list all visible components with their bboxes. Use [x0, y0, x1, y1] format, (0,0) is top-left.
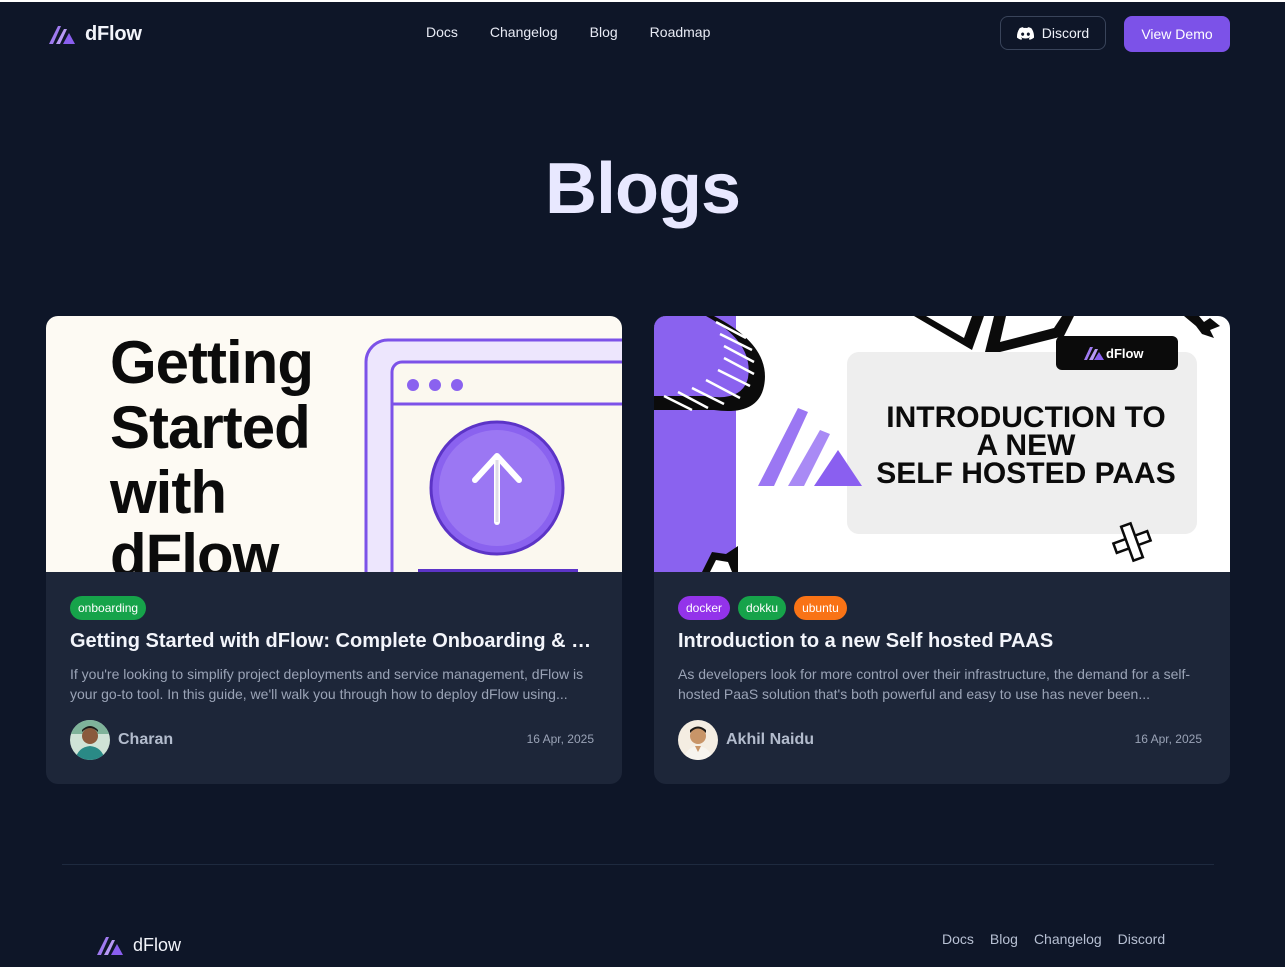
post-excerpt: If you're looking to simplify project de…	[70, 666, 584, 702]
blog-thumbnail: Getting Started with dFlow	[46, 316, 622, 572]
post-author: Charan	[70, 720, 173, 760]
self-hosted-paas-illustration: dFlow INTRODUCTION TO A NEW SELF HOSTED …	[654, 316, 1230, 572]
footer-link-discord[interactable]: Discord	[1110, 931, 1173, 947]
view-demo-label: View Demo	[1141, 26, 1213, 42]
nav-docs[interactable]: Docs	[410, 24, 474, 40]
author-name: Charan	[118, 731, 174, 748]
post-date: 16 Apr, 2025	[526, 732, 594, 746]
thumb-text-line-3: SELF HOSTED PAAS	[876, 457, 1175, 490]
footer-nav: Docs Blog Changelog Discord	[934, 931, 1173, 947]
footer-brand-name: dFlow	[133, 934, 182, 955]
view-demo-button[interactable]: View Demo	[1124, 16, 1230, 52]
discord-button-label: Discord	[1041, 25, 1090, 41]
thumb-text-line-3: with	[109, 459, 226, 526]
thumb-text-line-1: Getting	[110, 329, 313, 396]
discord-icon	[1016, 26, 1034, 40]
post-author: Akhil Naidu	[678, 720, 814, 760]
tag-list: onboarding	[70, 596, 147, 620]
nav-blog[interactable]: Blog	[574, 24, 634, 40]
tag-dokku[interactable]: dokku	[738, 596, 787, 620]
footer-link-docs[interactable]: Docs	[934, 931, 982, 947]
tag-docker[interactable]: docker	[678, 596, 731, 620]
tag-onboarding[interactable]: onboarding	[70, 596, 147, 620]
nav-roadmap[interactable]: Roadmap	[634, 24, 727, 40]
thumb-badge-text: dFlow	[1106, 346, 1144, 361]
footer-brand[interactable]: dFlow	[95, 933, 181, 957]
avatar	[70, 720, 110, 760]
brand-logo[interactable]: dFlow	[47, 22, 142, 46]
post-excerpt: As developers look for more control over…	[678, 666, 1191, 702]
dflow-logo-icon	[49, 26, 75, 44]
dflow-logo-icon	[97, 937, 123, 955]
tag-list: docker dokku ubuntu	[678, 596, 847, 620]
tag-ubuntu[interactable]: ubuntu	[794, 596, 847, 620]
page-title: Blogs	[544, 149, 741, 229]
blog-thumbnail: dFlow INTRODUCTION TO A NEW SELF HOSTED …	[654, 316, 1230, 572]
post-date: 16 Apr, 2025	[1134, 732, 1202, 746]
post-title[interactable]: Getting Started with dFlow: Complete Onb…	[70, 630, 598, 653]
blog-card-self-hosted-paas[interactable]: dFlow INTRODUCTION TO A NEW SELF HOSTED …	[654, 316, 1230, 784]
post-title[interactable]: Introduction to a new Self hosted PAAS	[678, 630, 1206, 653]
top-nav: dFlow Docs Changelog Blog Roadmap Discor…	[0, 2, 1285, 66]
brand-name: dFlow	[85, 22, 142, 45]
footer-link-changelog[interactable]: Changelog	[1026, 931, 1110, 947]
getting-started-illustration: Getting Started with dFlow	[46, 316, 622, 572]
avatar	[678, 720, 718, 760]
blog-card-getting-started[interactable]: Getting Started with dFlow onboarding Ge…	[46, 316, 622, 784]
author-name: Akhil Naidu	[726, 731, 815, 748]
discord-button[interactable]: Discord	[1000, 16, 1106, 50]
main-nav: Docs Changelog Blog Roadmap	[410, 24, 726, 40]
thumb-text-line-2: Started	[110, 394, 310, 461]
footer-divider	[62, 864, 1214, 865]
thumb-text-line-4: dFlow	[110, 522, 280, 572]
footer-link-blog[interactable]: Blog	[982, 931, 1026, 947]
nav-changelog[interactable]: Changelog	[474, 24, 574, 40]
